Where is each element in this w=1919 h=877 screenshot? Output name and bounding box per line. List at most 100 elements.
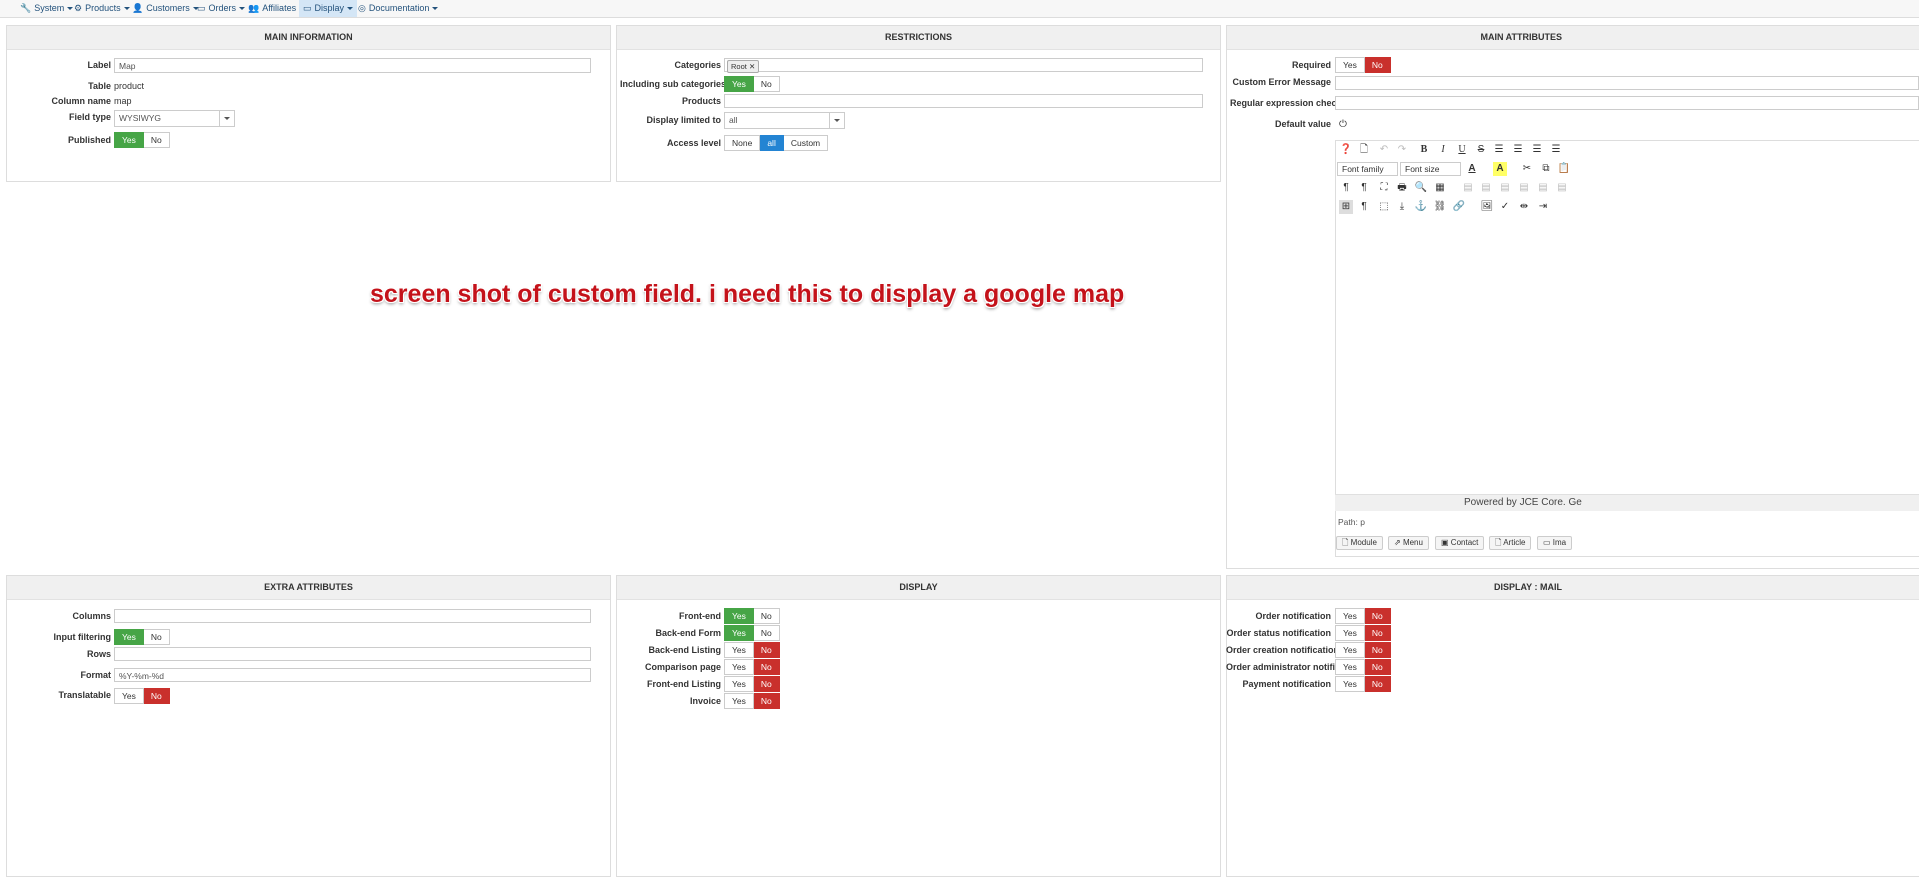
- search-icon[interactable]: 🔍: [1414, 181, 1428, 195]
- align-justify-icon[interactable]: ☰: [1492, 143, 1506, 157]
- copy-icon[interactable]: ⧉: [1539, 162, 1553, 176]
- regex-input[interactable]: [1335, 96, 1919, 110]
- no-button[interactable]: No: [1364, 57, 1391, 73]
- fullscreen-icon[interactable]: ⛶: [1377, 181, 1391, 195]
- delete-row-icon[interactable]: ▤: [1536, 181, 1550, 195]
- rows-input[interactable]: [114, 647, 591, 661]
- yes-button[interactable]: Yes: [1335, 659, 1365, 675]
- indent-icon[interactable]: ⇥: [1536, 200, 1550, 214]
- yes-button[interactable]: Yes: [724, 659, 754, 675]
- insert-row-icon[interactable]: ▤: [1517, 181, 1531, 195]
- yes-button[interactable]: Yes: [724, 625, 754, 641]
- editor-menu-button[interactable]: ⇗ Menu: [1388, 536, 1429, 550]
- align-left-icon[interactable]: ☰: [1530, 143, 1544, 157]
- font-color-icon[interactable]: A: [1465, 162, 1479, 176]
- editor-contact-button[interactable]: ▣ Contact: [1435, 536, 1485, 550]
- no-button[interactable]: No: [753, 693, 780, 709]
- yes-no-toggle[interactable]: Yes No: [1335, 676, 1391, 692]
- unlink-icon[interactable]: ⛓: [1433, 200, 1447, 214]
- yes-button[interactable]: Yes: [114, 688, 144, 704]
- strikethrough-icon[interactable]: S: [1474, 143, 1488, 157]
- menu-products[interactable]: ⚙ Products: [70, 0, 134, 17]
- label-input[interactable]: Map: [114, 58, 591, 73]
- custom-error-input[interactable]: [1335, 76, 1919, 90]
- yes-no-toggle[interactable]: Yes No: [1335, 608, 1391, 624]
- import-icon[interactable]: ⤓: [1395, 200, 1409, 214]
- yes-button[interactable]: Yes: [724, 76, 754, 92]
- yes-button[interactable]: Yes: [1335, 625, 1365, 641]
- yes-button[interactable]: Yes: [724, 642, 754, 658]
- underline-icon[interactable]: U: [1455, 143, 1469, 157]
- image-icon[interactable]: 🖼: [1480, 200, 1494, 214]
- italic-icon[interactable]: I: [1436, 143, 1450, 157]
- input-filtering-toggle[interactable]: Yes No: [114, 629, 170, 645]
- yes-button[interactable]: Yes: [1335, 642, 1365, 658]
- editor-module-button[interactable]: 🗋 Module: [1336, 536, 1383, 550]
- no-button[interactable]: No: [753, 642, 780, 658]
- link-icon[interactable]: 🔗: [1452, 200, 1466, 214]
- menu-documentation[interactable]: ◎ Documentation: [354, 0, 442, 17]
- bold-icon[interactable]: B: [1417, 143, 1431, 157]
- yes-button[interactable]: Yes: [724, 693, 754, 709]
- yes-button[interactable]: Yes: [724, 676, 754, 692]
- yes-no-toggle[interactable]: Yes No: [724, 659, 780, 675]
- menu-system[interactable]: 🔧 System: [16, 0, 77, 17]
- no-button[interactable]: No: [1364, 608, 1391, 624]
- no-button[interactable]: No: [143, 629, 170, 645]
- no-button[interactable]: No: [753, 608, 780, 624]
- yes-no-toggle[interactable]: Yes No: [724, 642, 780, 658]
- access-all-button[interactable]: all: [760, 135, 784, 151]
- access-custom-button[interactable]: Custom: [783, 135, 829, 151]
- yes-no-toggle[interactable]: Yes No: [1335, 659, 1391, 675]
- yes-no-toggle[interactable]: Yes No: [1335, 642, 1391, 658]
- no-button[interactable]: No: [753, 659, 780, 675]
- visual-aid-icon[interactable]: ⊞: [1339, 200, 1353, 214]
- help-icon[interactable]: ❓: [1339, 143, 1353, 157]
- rtl-icon[interactable]: ¶: [1357, 181, 1371, 195]
- yes-button[interactable]: Yes: [114, 629, 144, 645]
- redo-icon[interactable]: ↷: [1395, 143, 1409, 157]
- spellcheck-icon[interactable]: ✓: [1498, 200, 1512, 214]
- no-button[interactable]: No: [753, 676, 780, 692]
- categories-input[interactable]: [724, 58, 1203, 72]
- cell-props-icon[interactable]: ▤: [1498, 181, 1512, 195]
- align-center-icon[interactable]: ☰: [1511, 143, 1525, 157]
- access-none-button[interactable]: None: [724, 135, 761, 151]
- show-chars-icon[interactable]: ⬚: [1377, 200, 1391, 214]
- yes-button[interactable]: Yes: [1335, 676, 1365, 692]
- close-icon[interactable]: ✕: [749, 62, 755, 71]
- align-right-icon[interactable]: ☰: [1549, 143, 1563, 157]
- no-button[interactable]: No: [1364, 659, 1391, 675]
- subcategories-toggle[interactable]: Yes No: [724, 76, 780, 92]
- no-button[interactable]: No: [143, 132, 170, 148]
- yes-button[interactable]: Yes: [114, 132, 144, 148]
- cut-icon[interactable]: ✂: [1520, 162, 1534, 176]
- yes-no-toggle[interactable]: Yes No: [1335, 625, 1391, 641]
- yes-button[interactable]: Yes: [1335, 608, 1365, 624]
- display-limited-select[interactable]: all: [724, 112, 845, 129]
- yes-no-toggle[interactable]: Yes No: [724, 693, 780, 709]
- no-button[interactable]: No: [143, 688, 170, 704]
- print-icon[interactable]: 🖶: [1395, 181, 1409, 195]
- new-document-icon[interactable]: 🗋: [1357, 143, 1371, 157]
- yes-no-toggle[interactable]: Yes No: [724, 676, 780, 692]
- products-input[interactable]: [724, 94, 1203, 108]
- table-props-icon[interactable]: ▤: [1461, 181, 1475, 195]
- access-level-toggle[interactable]: None all Custom: [724, 135, 829, 151]
- anchor-icon[interactable]: ⚓: [1414, 200, 1428, 214]
- yes-no-toggle[interactable]: Yes No: [724, 608, 780, 624]
- yes-button[interactable]: Yes: [724, 608, 754, 624]
- published-toggle[interactable]: Yes No: [114, 132, 170, 148]
- menu-customers[interactable]: 👤 Customers: [128, 0, 203, 17]
- show-blocks-icon[interactable]: ¶: [1357, 200, 1371, 214]
- yes-no-toggle[interactable]: Yes No: [724, 625, 780, 641]
- horizontal-rule-icon[interactable]: ⇹: [1517, 200, 1531, 214]
- no-button[interactable]: No: [1364, 676, 1391, 692]
- field-type-select[interactable]: WYSIWYG: [114, 110, 235, 127]
- ltr-icon[interactable]: ¶: [1339, 181, 1353, 195]
- menu-display[interactable]: ▭ Display: [299, 0, 358, 17]
- no-button[interactable]: No: [753, 76, 780, 92]
- highlight-color-icon[interactable]: A: [1493, 162, 1507, 176]
- font-family-select[interactable]: Font family: [1337, 162, 1398, 176]
- table-icon[interactable]: ▦: [1433, 181, 1447, 195]
